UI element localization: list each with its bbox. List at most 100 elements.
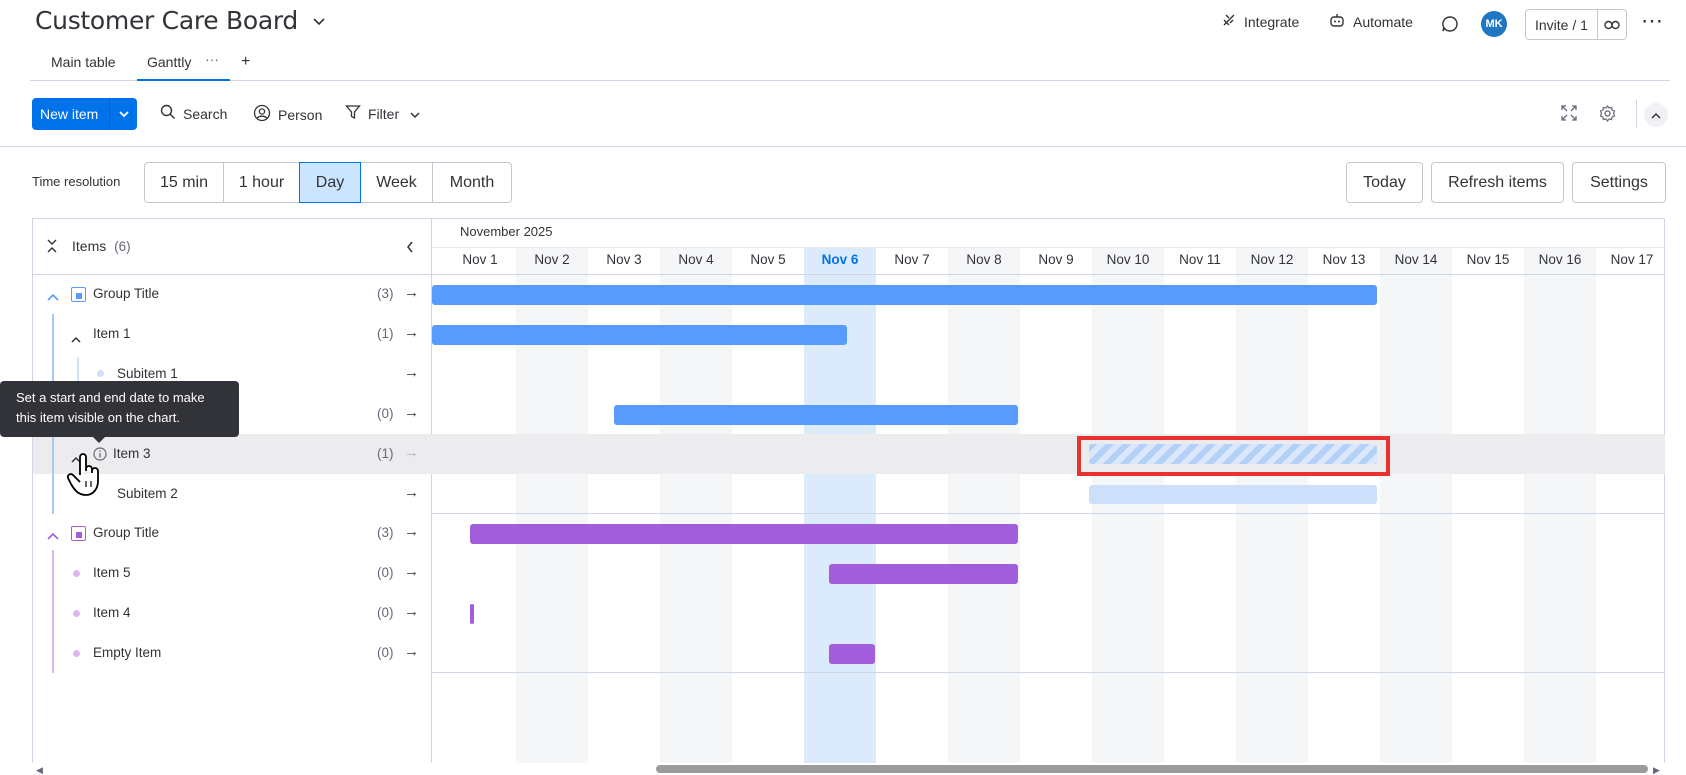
item-label[interactable]: Item 4 xyxy=(93,605,131,620)
subitem-label[interactable]: Subitem 1 xyxy=(117,366,178,381)
group-divider xyxy=(432,513,1665,514)
arrow-right-icon[interactable]: → xyxy=(404,484,419,501)
chevron-up-icon[interactable] xyxy=(71,330,81,348)
scroll-left-icon[interactable]: ◀ xyxy=(36,765,43,775)
day-label: Nov 17 xyxy=(1610,252,1654,267)
resolution-day[interactable]: Day xyxy=(299,162,361,203)
day-header-divider xyxy=(432,247,1665,248)
tab-more-icon[interactable]: ··· xyxy=(205,51,219,67)
item-label[interactable]: Item 5 xyxy=(93,565,131,580)
chevron-up-icon[interactable] xyxy=(47,527,59,545)
day-column xyxy=(948,248,1020,763)
person-button[interactable]: Person xyxy=(253,104,322,125)
item-bar[interactable] xyxy=(432,325,847,345)
subitem-bar[interactable] xyxy=(1089,485,1377,504)
group-icon xyxy=(71,287,86,302)
month-label: November 2025 xyxy=(460,224,553,239)
row-count: (0) xyxy=(377,605,394,620)
arrow-right-icon[interactable]: → xyxy=(404,404,419,421)
chat-icon[interactable] xyxy=(1441,15,1459,38)
arrow-right-icon[interactable]: → xyxy=(404,643,419,660)
status-dot xyxy=(73,570,80,577)
row-count: (0) xyxy=(377,645,394,660)
avatar[interactable]: MK xyxy=(1481,11,1507,37)
tooltip-line: this item visible on the chart. xyxy=(16,410,181,425)
filter-button[interactable]: Filter xyxy=(345,104,420,123)
chevron-down-icon[interactable] xyxy=(410,106,420,122)
invite-button[interactable]: Invite / 1 xyxy=(1525,9,1627,40)
chevron-down-icon[interactable] xyxy=(110,110,137,118)
settings-button[interactable]: Settings xyxy=(1572,162,1666,203)
chevron-down-icon[interactable] xyxy=(312,13,326,31)
integrate-label: Integrate xyxy=(1244,13,1300,30)
today-button[interactable]: Today xyxy=(1346,162,1423,203)
group-bar[interactable] xyxy=(432,285,1377,305)
items-count: (6) xyxy=(114,239,131,254)
collapse-header-button[interactable] xyxy=(1644,103,1668,127)
filter-icon xyxy=(345,104,361,123)
item-bar[interactable] xyxy=(829,564,1018,584)
tooltip-arrow xyxy=(92,436,106,443)
day-label: Nov 8 xyxy=(966,252,1002,267)
item-bar[interactable] xyxy=(614,405,1018,425)
day-label: Nov 5 xyxy=(750,252,786,267)
scrollbar-thumb[interactable] xyxy=(656,765,1648,773)
search-button[interactable]: Search xyxy=(160,104,227,123)
new-item-button[interactable]: New item xyxy=(32,98,137,130)
day-label: Nov 15 xyxy=(1466,252,1510,267)
highlight-box xyxy=(1077,436,1390,476)
robot-icon xyxy=(1328,12,1346,31)
arrow-right-icon[interactable]: → xyxy=(404,563,419,580)
filter-label: Filter xyxy=(368,105,400,122)
day-label: Nov 16 xyxy=(1538,252,1582,267)
arrow-right-icon[interactable]: → xyxy=(404,364,419,381)
chevron-up-icon[interactable] xyxy=(47,288,59,306)
fullscreen-icon[interactable] xyxy=(1561,105,1577,126)
arrow-right-icon[interactable]: → xyxy=(404,324,419,341)
group-icon xyxy=(71,526,86,541)
arrow-right-icon[interactable]: → xyxy=(404,603,419,620)
arrow-right-icon[interactable]: → xyxy=(404,284,419,301)
row-count: (1) xyxy=(377,446,394,461)
gear-icon[interactable] xyxy=(1599,105,1616,127)
group-guide-line xyxy=(52,550,54,673)
toolbar-divider-line xyxy=(0,146,1686,147)
group-bar[interactable] xyxy=(470,524,1018,544)
integrate-icon xyxy=(1221,12,1237,31)
item-label[interactable]: Item 1 xyxy=(93,326,131,341)
scroll-right-icon[interactable]: ▶ xyxy=(1653,765,1660,775)
status-dot xyxy=(97,370,104,377)
day-label: Nov 14 xyxy=(1394,252,1438,267)
resolution-week[interactable]: Week xyxy=(360,162,433,203)
arrow-right-icon[interactable]: → xyxy=(404,523,419,540)
group-divider xyxy=(432,672,1665,673)
resolution-month[interactable]: Month xyxy=(432,162,512,203)
link-icon[interactable] xyxy=(1598,20,1626,30)
tooltip: Set a start and end date to make this it… xyxy=(0,381,239,437)
add-tab-icon[interactable]: + xyxy=(241,53,250,71)
item-bar[interactable] xyxy=(829,644,875,664)
arrow-right-icon[interactable]: → xyxy=(404,444,419,461)
tab-ganttly[interactable]: Ganttly xyxy=(147,54,191,70)
items-header: Items (6) xyxy=(72,238,131,254)
active-tab-indicator xyxy=(137,79,230,81)
automate-button[interactable]: Automate xyxy=(1328,12,1413,31)
milestone-bar[interactable] xyxy=(470,604,474,624)
resolution-15min[interactable]: 15 min xyxy=(144,162,224,203)
resolution-1hour[interactable]: 1 hour xyxy=(223,162,300,203)
item-label[interactable]: Item 3 xyxy=(113,446,151,461)
board-title[interactable]: Customer Care Board xyxy=(35,6,326,35)
tab-main-table[interactable]: Main table xyxy=(51,54,116,70)
subitem-label[interactable]: Subitem 2 xyxy=(117,486,178,501)
row-count: (3) xyxy=(377,286,394,301)
day-label: Nov 6 xyxy=(821,252,859,267)
integrate-button[interactable]: Integrate xyxy=(1221,12,1299,31)
item-label[interactable]: Empty Item xyxy=(93,645,161,660)
more-options-icon[interactable]: ⋯ xyxy=(1641,10,1663,32)
group-title[interactable]: Group Title xyxy=(93,525,159,540)
refresh-items-button[interactable]: Refresh items xyxy=(1431,162,1564,203)
group-title[interactable]: Group Title xyxy=(93,286,159,301)
toolbar-divider xyxy=(1636,100,1637,128)
collapse-pane-icon[interactable] xyxy=(406,240,414,258)
collapse-all-icon[interactable] xyxy=(47,239,57,258)
